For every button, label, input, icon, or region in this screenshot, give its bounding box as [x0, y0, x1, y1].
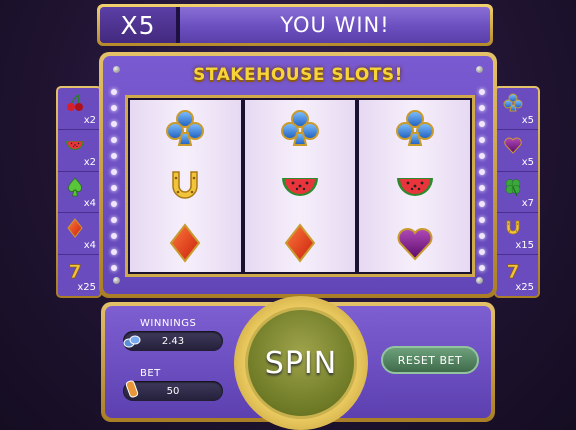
reel-3	[359, 100, 471, 272]
paytable-row: x4	[58, 213, 100, 256]
light-bulb	[111, 169, 117, 175]
light-bulb	[479, 121, 485, 127]
win-banner: X5 YOU WIN!	[97, 4, 493, 46]
club-icon	[163, 107, 207, 151]
club-icon	[393, 107, 437, 151]
svg-text:7: 7	[68, 261, 81, 281]
light-bulb	[479, 89, 485, 95]
paytable-multiplier: x2	[83, 114, 96, 126]
club-icon	[278, 107, 322, 151]
light-bulb	[479, 185, 485, 191]
club-icon	[502, 92, 524, 114]
light-bulb	[479, 265, 485, 271]
light-bulb	[111, 249, 117, 255]
heart-icon	[502, 134, 524, 156]
light-bulb	[111, 217, 117, 223]
reel-2	[244, 100, 356, 272]
paytable-row: 7 x25	[496, 255, 538, 296]
light-strip-left	[111, 89, 117, 281]
paytable-row: x2	[58, 130, 100, 172]
reels-window	[125, 95, 475, 277]
light-bulb	[111, 105, 117, 111]
paytable-multiplier: x25	[515, 281, 534, 293]
watermelon-icon	[393, 164, 437, 208]
win-message: YOU WIN!	[280, 13, 390, 37]
paytable-row: x7	[496, 172, 538, 214]
diamond-icon	[163, 221, 207, 265]
light-bulb	[111, 89, 117, 95]
paytable-multiplier: x7	[521, 198, 534, 210]
paytable-multiplier: x4	[83, 198, 96, 210]
diamond-icon	[64, 217, 86, 239]
reset-bet-button[interactable]: RESET BET	[381, 346, 479, 374]
winnings-label: WINNINGS	[140, 318, 197, 329]
winnings-value: 2.43	[161, 335, 185, 347]
slot-machine: STAKEHOUSE SLOTS!	[99, 52, 497, 298]
light-bulb	[111, 137, 117, 143]
light-bulb	[111, 185, 117, 191]
seven-icon: 7	[64, 259, 86, 284]
control-panel: WINNINGS 2.43 BET 50 SPIN RESET BET	[101, 296, 495, 430]
paytable-multiplier: x4	[83, 240, 96, 252]
light-bulb	[479, 169, 485, 175]
light-bulb	[479, 153, 485, 159]
light-bulb	[111, 153, 117, 159]
paytable-row: x15	[496, 213, 538, 256]
light-bulb	[479, 137, 485, 143]
clover-icon	[502, 176, 524, 198]
light-bulb	[479, 233, 485, 239]
paytable-multiplier: x15	[515, 240, 534, 252]
heart-icon	[393, 221, 437, 265]
light-bulb	[111, 233, 117, 239]
machine-title: STAKEHOUSE SLOTS!	[193, 65, 403, 85]
paytable-right: x5 x5 x7 x15 7 x25	[494, 86, 540, 298]
cherry-icon	[64, 92, 86, 114]
spin-button[interactable]: SPIN	[245, 307, 357, 419]
light-strip-right	[479, 89, 485, 281]
light-bulb	[479, 249, 485, 255]
light-bulb	[111, 265, 117, 271]
seven-icon: 7	[502, 259, 524, 284]
bet-value: 50	[166, 385, 180, 397]
horseshoe-icon	[163, 164, 207, 208]
horseshoe-icon	[502, 217, 524, 239]
spade-icon	[64, 176, 86, 198]
paytable-multiplier: x25	[77, 281, 96, 293]
bet-chip-icon	[121, 378, 143, 400]
paytable-row: x5	[496, 130, 538, 172]
watermelon-icon	[278, 164, 322, 208]
svg-text:7: 7	[506, 261, 519, 281]
light-bulb	[479, 105, 485, 111]
paytable-row: 7 x25	[58, 255, 100, 296]
light-bulb	[111, 121, 117, 127]
paytable-multiplier: x5	[521, 156, 534, 168]
paytable-row: x2	[58, 88, 100, 130]
diamond-icon	[278, 221, 322, 265]
watermelon-icon	[64, 134, 86, 156]
win-multiplier: X5	[100, 7, 180, 43]
paytable-multiplier: x5	[521, 114, 534, 126]
light-bulb	[479, 217, 485, 223]
paytable-row: x5	[496, 88, 538, 130]
spin-ring: SPIN	[234, 296, 368, 430]
paytable-left: x2 x2 x4 x4 7 x25	[56, 86, 102, 298]
reel-1	[130, 100, 241, 272]
money-icon	[121, 330, 143, 352]
paytable-multiplier: x2	[83, 156, 96, 168]
light-bulb	[479, 201, 485, 207]
light-bulb	[111, 201, 117, 207]
paytable-row: x4	[58, 172, 100, 214]
bet-label: BET	[140, 368, 161, 379]
